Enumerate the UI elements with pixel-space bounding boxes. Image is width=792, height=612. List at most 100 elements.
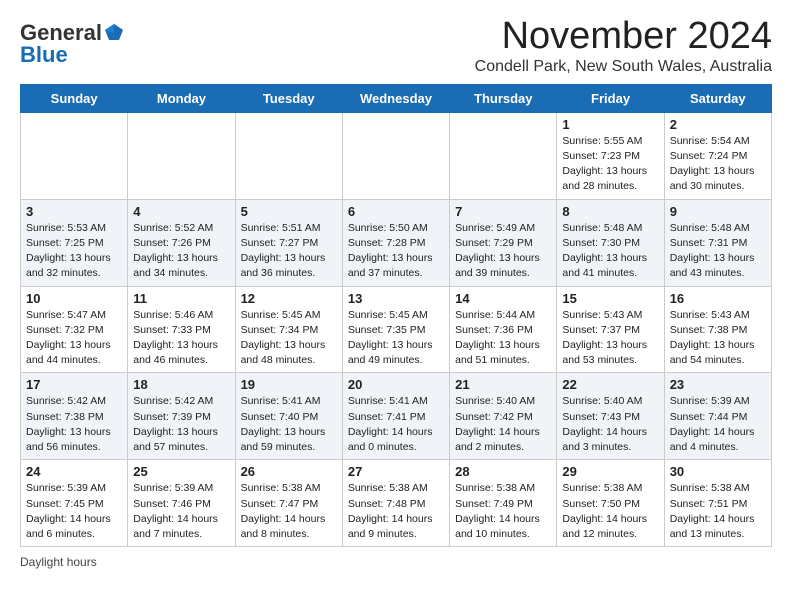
day-number: 29 xyxy=(562,464,658,479)
day-number: 25 xyxy=(133,464,229,479)
location-title: Condell Park, New South Wales, Australia xyxy=(475,58,772,76)
day-number: 12 xyxy=(241,291,337,306)
table-row: 6Sunrise: 5:50 AM Sunset: 7:28 PM Daylig… xyxy=(342,199,449,286)
days-header-row: Sunday Monday Tuesday Wednesday Thursday… xyxy=(21,84,772,112)
table-row: 29 Sunrise: 5:38 AM Sunset: 7:50 PM Dayli… xyxy=(557,460,664,547)
day-info: Sunrise: 5:45 AM Sunset: 7:35 PM Dayligh… xyxy=(348,308,444,369)
table-row: 15Sunrise: 5:43 AM Sunset: 7:37 PM Dayli… xyxy=(557,286,664,373)
day-info: Sunrise: 5:43 AM Sunset: 7:38 PM Dayligh… xyxy=(670,308,766,369)
day-info: Sunrise: 5:38 AM Sunset: 7:50 PM Dayligh… xyxy=(562,481,658,542)
day-number: 28 xyxy=(455,464,551,479)
day-number: 13 xyxy=(348,291,444,306)
table-row: 23 Sunrise: 5:39 AM Sunset: 7:44 PM Dayli… xyxy=(664,373,771,460)
table-row: 9 Sunrise: 5:48 AM Sunset: 7:31 PM Daylig… xyxy=(664,199,771,286)
header-friday: Friday xyxy=(557,84,664,112)
day-number: 16 xyxy=(670,291,766,306)
day-number: 1 xyxy=(562,117,658,132)
table-row: 27Sunrise: 5:38 AM Sunset: 7:48 PM Dayli… xyxy=(342,460,449,547)
table-row: 11Sunrise: 5:46 AM Sunset: 7:33 PM Dayli… xyxy=(128,286,235,373)
day-info: Sunrise: 5:46 AM Sunset: 7:33 PM Dayligh… xyxy=(133,308,229,369)
header-sunday: Sunday xyxy=(21,84,128,112)
table-row: 8 Sunrise: 5:48 AM Sunset: 7:30 PM Daylig… xyxy=(557,199,664,286)
table-row: 7 Sunrise: 5:49 AM Sunset: 7:29 PM Daylig… xyxy=(450,199,557,286)
day-number: 14 xyxy=(455,291,551,306)
table-row: 19Sunrise: 5:41 AM Sunset: 7:40 PM Dayli… xyxy=(235,373,342,460)
day-info: Sunrise: 5:54 AM Sunset: 7:24 PM Dayligh… xyxy=(670,134,766,195)
day-number: 18 xyxy=(133,377,229,392)
header-saturday: Saturday xyxy=(664,84,771,112)
day-number: 6 xyxy=(348,204,444,219)
day-number: 9 xyxy=(670,204,766,219)
day-info: Sunrise: 5:39 AM Sunset: 7:45 PM Dayligh… xyxy=(26,481,122,542)
day-info: Sunrise: 5:38 AM Sunset: 7:48 PM Dayligh… xyxy=(348,481,444,542)
day-info: Sunrise: 5:45 AM Sunset: 7:34 PM Dayligh… xyxy=(241,308,337,369)
day-info: Sunrise: 5:49 AM Sunset: 7:29 PM Dayligh… xyxy=(455,221,551,282)
table-row: 18 Sunrise: 5:42 AM Sunset: 7:39 PM Dayli… xyxy=(128,373,235,460)
table-row: 30 Sunrise: 5:38 AM Sunset: 7:51 PM Dayli… xyxy=(664,460,771,547)
calendar-table: Sunday Monday Tuesday Wednesday Thursday… xyxy=(20,84,772,547)
table-row: 4Sunrise: 5:52 AM Sunset: 7:26 PM Daylig… xyxy=(128,199,235,286)
day-info: Sunrise: 5:47 AM Sunset: 7:32 PM Dayligh… xyxy=(26,308,122,369)
table-row: 1 Sunrise: 5:55 AM Sunset: 7:23 PM Daylig… xyxy=(557,112,664,199)
table-row: 10 Sunrise: 5:47 AM Sunset: 7:32 PM Dayli… xyxy=(21,286,128,373)
table-row: 21Sunrise: 5:40 AM Sunset: 7:42 PM Dayli… xyxy=(450,373,557,460)
month-title: November 2024 xyxy=(475,16,772,58)
table-row: 12 Sunrise: 5:45 AM Sunset: 7:34 PM Dayli… xyxy=(235,286,342,373)
day-info: Sunrise: 5:41 AM Sunset: 7:40 PM Dayligh… xyxy=(241,394,337,455)
table-row xyxy=(235,112,342,199)
day-info: Sunrise: 5:55 AM Sunset: 7:23 PM Dayligh… xyxy=(562,134,658,195)
table-row xyxy=(450,112,557,199)
logo-flag-icon xyxy=(103,22,125,44)
table-row: 20 Sunrise: 5:41 AM Sunset: 7:41 PM Dayli… xyxy=(342,373,449,460)
day-number: 22 xyxy=(562,377,658,392)
calendar-week-row: 3Sunrise: 5:53 AM Sunset: 7:25 PM Daylig… xyxy=(21,199,772,286)
header-tuesday: Tuesday xyxy=(235,84,342,112)
table-row: 2 Sunrise: 5:54 AM Sunset: 7:24 PM Daylig… xyxy=(664,112,771,199)
day-number: 23 xyxy=(670,377,766,392)
day-number: 30 xyxy=(670,464,766,479)
day-info: Sunrise: 5:42 AM Sunset: 7:39 PM Dayligh… xyxy=(133,394,229,455)
day-info: Sunrise: 5:48 AM Sunset: 7:30 PM Dayligh… xyxy=(562,221,658,282)
header: General Blue November 2024 Condell Park,… xyxy=(20,16,772,76)
header-monday: Monday xyxy=(128,84,235,112)
table-row: 14Sunrise: 5:44 AM Sunset: 7:36 PM Dayli… xyxy=(450,286,557,373)
day-number: 20 xyxy=(348,377,444,392)
table-row: 17Sunrise: 5:42 AM Sunset: 7:38 PM Dayli… xyxy=(21,373,128,460)
table-row: 13 Sunrise: 5:45 AM Sunset: 7:35 PM Dayli… xyxy=(342,286,449,373)
day-info: Sunrise: 5:38 AM Sunset: 7:51 PM Dayligh… xyxy=(670,481,766,542)
table-row: 24 Sunrise: 5:39 AM Sunset: 7:45 PM Dayli… xyxy=(21,460,128,547)
table-row: 3Sunrise: 5:53 AM Sunset: 7:25 PM Daylig… xyxy=(21,199,128,286)
day-number: 2 xyxy=(670,117,766,132)
header-thursday: Thursday xyxy=(450,84,557,112)
daylight-label: Daylight hours xyxy=(20,555,97,569)
header-wednesday: Wednesday xyxy=(342,84,449,112)
day-info: Sunrise: 5:39 AM Sunset: 7:46 PM Dayligh… xyxy=(133,481,229,542)
day-info: Sunrise: 5:40 AM Sunset: 7:43 PM Dayligh… xyxy=(562,394,658,455)
day-number: 8 xyxy=(562,204,658,219)
table-row: 16 Sunrise: 5:43 AM Sunset: 7:38 PM Dayli… xyxy=(664,286,771,373)
table-row: 25 Sunrise: 5:39 AM Sunset: 7:46 PM Dayli… xyxy=(128,460,235,547)
calendar-week-row: 1 Sunrise: 5:55 AM Sunset: 7:23 PM Daylig… xyxy=(21,112,772,199)
day-number: 7 xyxy=(455,204,551,219)
table-row xyxy=(128,112,235,199)
day-info: Sunrise: 5:52 AM Sunset: 7:26 PM Dayligh… xyxy=(133,221,229,282)
table-row: 22 Sunrise: 5:40 AM Sunset: 7:43 PM Dayli… xyxy=(557,373,664,460)
day-info: Sunrise: 5:42 AM Sunset: 7:38 PM Dayligh… xyxy=(26,394,122,455)
day-info: Sunrise: 5:39 AM Sunset: 7:44 PM Dayligh… xyxy=(670,394,766,455)
table-row xyxy=(21,112,128,199)
day-number: 15 xyxy=(562,291,658,306)
day-info: Sunrise: 5:41 AM Sunset: 7:41 PM Dayligh… xyxy=(348,394,444,455)
calendar-week-row: 10 Sunrise: 5:47 AM Sunset: 7:32 PM Dayli… xyxy=(21,286,772,373)
day-info: Sunrise: 5:48 AM Sunset: 7:31 PM Dayligh… xyxy=(670,221,766,282)
day-number: 24 xyxy=(26,464,122,479)
day-number: 5 xyxy=(241,204,337,219)
calendar-week-row: 17Sunrise: 5:42 AM Sunset: 7:38 PM Dayli… xyxy=(21,373,772,460)
day-number: 3 xyxy=(26,204,122,219)
logo: General Blue xyxy=(20,20,126,68)
day-number: 10 xyxy=(26,291,122,306)
day-info: Sunrise: 5:51 AM Sunset: 7:27 PM Dayligh… xyxy=(241,221,337,282)
title-area: November 2024 Condell Park, New South Wa… xyxy=(475,16,772,76)
day-number: 26 xyxy=(241,464,337,479)
day-info: Sunrise: 5:40 AM Sunset: 7:42 PM Dayligh… xyxy=(455,394,551,455)
table-row: 5 Sunrise: 5:51 AM Sunset: 7:27 PM Daylig… xyxy=(235,199,342,286)
